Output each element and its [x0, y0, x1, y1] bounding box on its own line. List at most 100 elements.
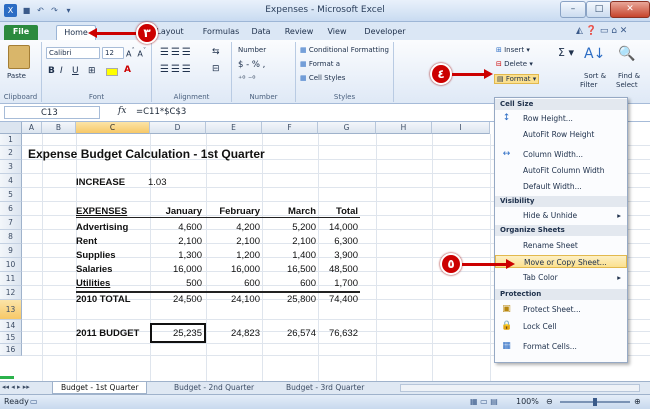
minimize-button[interactable]: –	[560, 1, 586, 18]
paste-button[interactable]: Paste	[7, 72, 26, 80]
budget-january[interactable]: 25,235	[150, 328, 202, 339]
expense-mar[interactable]: 1,400	[260, 250, 316, 261]
delete-button[interactable]: ⊟ Delete ▾	[496, 60, 533, 68]
zoom-out-icon[interactable]: ⊖	[546, 397, 553, 406]
column-header-b[interactable]: B	[42, 122, 76, 134]
sheet-nav-icon[interactable]: ◂◂ ◂ ▸ ▸▸	[2, 383, 30, 391]
expense-feb[interactable]: 16,000	[202, 264, 260, 275]
sheet-tab-q1[interactable]: Budget - 1st Quarter	[52, 382, 148, 394]
menu-item-column-width[interactable]: ↔ Column Width...	[495, 148, 627, 161]
fx-icon[interactable]: fx	[118, 106, 126, 116]
sheet-tab-q3[interactable]: Budget - 3rd Quarter	[278, 382, 372, 394]
tab-developer[interactable]: Developer	[360, 25, 410, 40]
column-header-g[interactable]: G	[318, 122, 376, 134]
expense-feb[interactable]: 2,100	[202, 236, 260, 247]
row-header-15[interactable]: 15	[0, 332, 22, 344]
zoom-in-icon[interactable]: ⊕	[634, 397, 641, 406]
row-header-9[interactable]: 9	[0, 244, 22, 258]
font-grow-icon[interactable]: Aˆ Aˇ	[126, 47, 146, 59]
find-select-button[interactable]: Find &	[618, 72, 640, 80]
menu-item-hide-unhide[interactable]: Hide & Unhide ▸	[495, 209, 627, 222]
insert-button[interactable]: ⊞ Insert ▾	[496, 46, 530, 54]
align-top-icon[interactable]: ☰☰☰	[160, 47, 193, 58]
align-left-icon[interactable]: ☰☰☰	[160, 64, 193, 75]
column-header-i[interactable]: I	[432, 122, 490, 134]
currency-format-button[interactable]: $ - % ,	[238, 60, 265, 70]
italic-icon[interactable]: I	[60, 66, 63, 76]
budget-february[interactable]: 24,823	[202, 328, 260, 339]
help-icon[interactable]: ◭ ❓ ▭ ⌂ ✕	[576, 26, 627, 36]
expense-jan[interactable]: 1,300	[150, 250, 202, 261]
paste-icon[interactable]	[8, 45, 30, 69]
expense-mar[interactable]: 16,500	[260, 264, 316, 275]
maximize-button[interactable]: □	[586, 1, 612, 18]
expense-feb[interactable]: 1,200	[202, 250, 260, 261]
total-february[interactable]: 24,100	[202, 294, 260, 305]
expense-total[interactable]: 48,500	[316, 264, 358, 275]
menu-item-autofit-column[interactable]: AutoFit Column Width	[495, 164, 627, 177]
column-header-h[interactable]: H	[376, 122, 432, 134]
font-size-select[interactable]: 12	[102, 47, 124, 59]
underline-icon[interactable]: U	[72, 66, 79, 76]
menu-item-rename-sheet[interactable]: Rename Sheet	[495, 239, 627, 252]
menu-item-tab-color[interactable]: Tab Color ▸	[495, 271, 627, 284]
expense-jan[interactable]: 2,100	[150, 236, 202, 247]
sheet-tab-q2[interactable]: Budget - 2nd Quarter	[166, 382, 262, 394]
column-header-e[interactable]: E	[206, 122, 262, 134]
total-january[interactable]: 24,500	[150, 294, 202, 305]
horizontal-scrollbar[interactable]	[400, 384, 640, 392]
column-header-f[interactable]: F	[262, 122, 318, 134]
formula-input[interactable]: =C11*$C$3	[136, 107, 186, 117]
find-icon[interactable]: 🔍	[618, 46, 635, 62]
row-header-11[interactable]: 11	[0, 272, 22, 286]
menu-item-autofit-row[interactable]: AutoFit Row Height	[495, 128, 627, 141]
expense-total[interactable]: 14,000	[316, 222, 358, 233]
menu-item-format-cells[interactable]: ▦ Format Cells...	[495, 340, 627, 353]
row-header-8[interactable]: 8	[0, 230, 22, 244]
macro-record-icon[interactable]: ▭	[30, 397, 38, 406]
row-header-7[interactable]: 7	[0, 216, 22, 230]
expense-mar[interactable]: 5,200	[260, 222, 316, 233]
row-header-5[interactable]: 5	[0, 188, 22, 202]
format-as-table-button[interactable]: ▦ Format a	[300, 60, 340, 68]
select-all-button[interactable]	[0, 122, 22, 134]
budget-total[interactable]: 76,632	[316, 328, 358, 339]
expense-feb[interactable]: 600	[202, 278, 260, 289]
tab-view[interactable]: View	[322, 25, 352, 40]
row-header-6[interactable]: 6	[0, 202, 22, 216]
row-header-2[interactable]: 2	[0, 146, 22, 160]
row-header-10[interactable]: 10	[0, 258, 22, 272]
tab-data[interactable]: Data	[246, 25, 276, 40]
menu-item-lock-cell[interactable]: 🔒 Lock Cell	[495, 320, 627, 333]
menu-item-row-height[interactable]: ↕ Row Height...	[495, 112, 627, 125]
number-format-select[interactable]: Number	[238, 46, 266, 54]
view-normal-icon[interactable]: ▦ ▭ ▤	[470, 397, 498, 406]
row-header-4[interactable]: 4	[0, 174, 22, 188]
sort-filter-button[interactable]: Sort &	[584, 72, 606, 80]
budget-march[interactable]: 26,574	[260, 328, 316, 339]
menu-item-default-width[interactable]: Default Width...	[495, 180, 627, 193]
close-button[interactable]: ✕	[610, 1, 650, 18]
expense-jan[interactable]: 500	[150, 278, 202, 289]
tab-file[interactable]: File	[4, 25, 38, 40]
row-header-14[interactable]: 14	[0, 320, 22, 332]
wrap-text-icon[interactable]: ⇆	[212, 47, 220, 57]
column-header-c[interactable]: C	[76, 122, 150, 134]
menu-item-protect-sheet[interactable]: ▣ Protect Sheet...	[495, 303, 627, 316]
zoom-level[interactable]: 100%	[516, 397, 539, 406]
expense-jan[interactable]: 4,600	[150, 222, 202, 233]
row-header-1[interactable]: 1	[0, 134, 22, 146]
name-box[interactable]: C13	[4, 106, 100, 119]
format-button[interactable]: ▤ Format ▾	[494, 74, 540, 84]
total-total[interactable]: 74,400	[316, 294, 358, 305]
sort-icon[interactable]: A↓	[584, 46, 605, 62]
row-header-16[interactable]: 16	[0, 344, 22, 356]
tab-review[interactable]: Review	[280, 25, 318, 40]
column-header-a[interactable]: A	[22, 122, 42, 134]
expense-mar[interactable]: 2,100	[260, 236, 316, 247]
borders-icon[interactable]: ⊞	[88, 66, 96, 76]
zoom-slider-thumb[interactable]	[593, 398, 597, 406]
bold-icon[interactable]: B	[48, 66, 55, 76]
expense-feb[interactable]: 4,200	[202, 222, 260, 233]
merge-center-icon[interactable]: ⊟	[212, 64, 220, 74]
